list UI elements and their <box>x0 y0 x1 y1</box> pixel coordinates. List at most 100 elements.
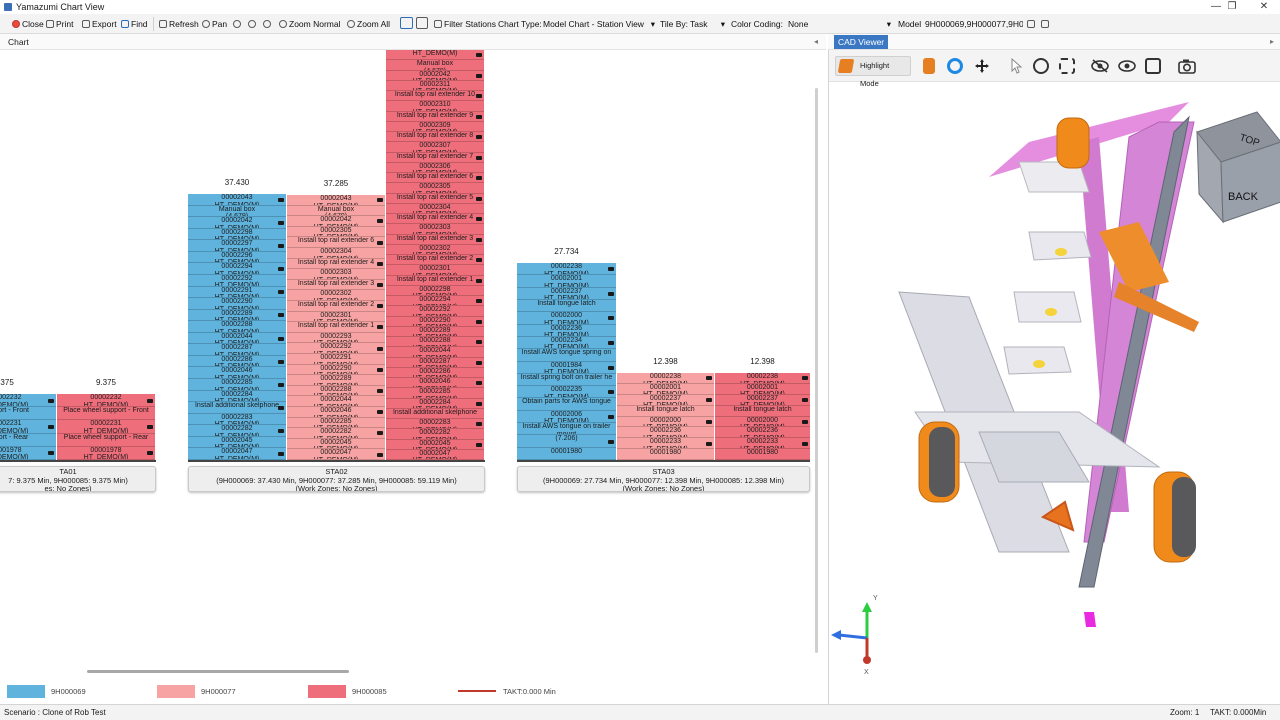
camera-icon[interactable] <box>377 325 383 330</box>
task-cell[interactable]: 00002046HT_DEMO(M) <box>188 367 286 380</box>
task-cell[interactable]: 00002233HT_DEMO(M) <box>617 438 714 450</box>
camera-icon[interactable] <box>476 278 482 283</box>
camera-icon[interactable] <box>377 452 383 457</box>
task-cell[interactable]: 00002000HT_DEMO(M) <box>715 417 810 428</box>
task-cell[interactable]: 00002043HT_DEMO(M) <box>287 195 385 206</box>
camera-icon[interactable] <box>476 319 482 324</box>
task-cell[interactable]: 00002289HT_DEMO(M) <box>287 375 385 386</box>
camera-icon[interactable] <box>377 283 383 288</box>
highlight-mode-button[interactable]: Highlight Mode <box>835 56 911 88</box>
camera-icon[interactable] <box>476 94 482 99</box>
task-cell[interactable]: Install top rail extender 8 <box>386 132 484 143</box>
sync-icon[interactable] <box>947 58 963 74</box>
camera-icon[interactable] <box>706 376 712 381</box>
camera-icon[interactable] <box>278 405 284 410</box>
task-cell[interactable]: 00002307HT_DEMO(M) <box>386 142 484 153</box>
camera-icon[interactable] <box>278 452 284 457</box>
task-cell[interactable]: Install top rail extender 3 <box>287 280 385 291</box>
camera-icon[interactable] <box>476 340 482 345</box>
task-cell[interactable]: Install top rail extender 4 <box>287 259 385 270</box>
task-cell[interactable]: 00002286HT_DEMO(M) <box>386 368 484 378</box>
task-cell[interactable]: 00002001HT_DEMO(M) <box>617 384 714 395</box>
task-cell[interactable]: Install top rail extender 5 <box>386 194 484 204</box>
camera-icon[interactable] <box>476 73 482 78</box>
horizontal-scrollbar[interactable] <box>87 670 349 673</box>
show-icon[interactable] <box>1118 58 1136 74</box>
camera-icon[interactable] <box>476 422 482 427</box>
task-cell[interactable]: 00002000HT_DEMO(M) <box>617 417 714 428</box>
camera-icon[interactable] <box>476 155 482 160</box>
task-cell[interactable]: 00002301HT_DEMO(M) <box>287 312 385 323</box>
task-cell[interactable]: 00002045HT_DEMO(M) <box>188 437 286 449</box>
tab-cad-viewer[interactable]: CAD Viewer <box>834 35 889 49</box>
zoom-all-button[interactable]: Zoom All <box>347 18 390 30</box>
chart-column[interactable]: HT_DEMO(M) Manual box(4.679)00002042HT_DE… <box>386 50 484 460</box>
task-cell[interactable]: 00002044HT_DEMO(M) <box>287 396 385 407</box>
task-cell[interactable]: Manual box(4.679) <box>188 206 286 218</box>
task-cell[interactable]: 00002309HT_DEMO(M) <box>386 122 484 132</box>
move-icon[interactable] <box>974 58 990 74</box>
camera-icon[interactable] <box>377 219 383 224</box>
chart-column[interactable]: 00002232 HT_DEMO(M) Place wheel support - … <box>57 394 155 460</box>
task-cell[interactable]: 00002042HT_DEMO(M) <box>386 71 484 81</box>
task-cell[interactable]: 00002311HT_DEMO(M) <box>386 81 484 91</box>
pin-icon[interactable]: ▸ <box>1270 37 1274 46</box>
task-cell[interactable]: 00001980 <box>617 449 714 460</box>
close-window-button[interactable]: ✕ <box>1244 0 1280 14</box>
chart-column[interactable]: 00002238HT_DEMO(M)00002001HT_DEMO(M)0000… <box>517 263 616 460</box>
camera-icon[interactable] <box>278 244 284 249</box>
task-cell[interactable]: Install top rail extender 10 <box>386 91 484 102</box>
camera-icon[interactable] <box>278 267 284 272</box>
task-cell[interactable]: 00002302HT_DEMO(M) <box>386 245 484 255</box>
find-button[interactable]: Find <box>121 18 148 30</box>
task-cell[interactable]: 00002303HT_DEMO(M) <box>287 269 385 280</box>
view-cube-back[interactable]: BACK <box>1228 191 1259 203</box>
camera-icon[interactable] <box>608 291 614 296</box>
task-cell[interactable]: 00002238HT_DEMO(M) <box>517 263 616 276</box>
task-cell[interactable]: Install top rail extender 7 <box>386 153 484 163</box>
view-cube[interactable]: TOP BACK <box>1196 111 1280 224</box>
task-cell[interactable]: 00002232HT_DEMO(M) <box>0 394 56 408</box>
camera-icon[interactable] <box>608 390 614 395</box>
task-cell[interactable]: HT_DEMO(M) <box>386 50 484 61</box>
task-cell[interactable]: 00002234 HT_DEMO(M) <box>517 337 616 350</box>
task-cell[interactable]: Place wheel support - Rear <box>57 434 155 447</box>
camera-icon[interactable] <box>377 431 383 436</box>
task-cell[interactable]: Install top rail extender 4 <box>386 214 484 225</box>
task-cell[interactable]: 00002001HT_DEMO(M) <box>715 384 810 395</box>
camera-icon[interactable] <box>377 240 383 245</box>
camera-icon[interactable] <box>278 429 284 434</box>
station-label[interactable]: TA01 7: 9.375 Min, 9H000085: 9.375 Min) es… <box>0 466 156 492</box>
task-cell[interactable]: support - Front <box>0 407 56 421</box>
task-cell[interactable]: 00002297 HT_DEMO(M) <box>188 240 286 252</box>
task-cell[interactable]: Install top rail extender 1 <box>287 322 385 333</box>
task-cell[interactable]: 00002235 HT_DEMO(M) <box>517 386 616 399</box>
chart-column[interactable]: 00002232HT_DEMO(M)support - Front 0000223… <box>0 394 56 460</box>
camera-icon[interactable] <box>278 197 284 202</box>
camera-icon[interactable] <box>608 267 614 272</box>
task-cell[interactable]: Install tongue latch <box>715 406 810 417</box>
camera-icon[interactable] <box>377 198 383 203</box>
chart-column[interactable]: 00002238HT_DEMO(M)00002001HT_DEMO(M)0000… <box>617 373 714 460</box>
task-cell[interactable]: 00002282HT_DEMO(M) <box>188 425 286 437</box>
screen-view-icon[interactable] <box>1145 58 1161 74</box>
task-cell[interactable]: Install top rail extender 2 <box>386 255 484 266</box>
task-cell[interactable]: 00002302HT_DEMO(M) <box>287 290 385 301</box>
camera-icon[interactable] <box>802 441 808 446</box>
select-cursor-icon[interactable] <box>1009 57 1025 74</box>
station-label[interactable]: STA02 (9H000069: 37.430 Min, 9H000077: 37… <box>188 466 485 492</box>
camera-icon[interactable] <box>706 398 712 403</box>
camera-icon[interactable] <box>147 451 153 456</box>
task-cell[interactable]: 00001984 HT_DEMO(M) <box>517 362 616 374</box>
task-cell[interactable]: 00002045HT_DEMO(M) <box>287 439 385 450</box>
zoom-out-button[interactable] <box>263 18 273 30</box>
task-cell[interactable]: 00002298HT_DEMO(M) <box>188 229 286 241</box>
camera-icon[interactable] <box>476 237 482 242</box>
task-cell[interactable]: 00002042HT_DEMO(M) <box>287 216 385 227</box>
task-cell[interactable]: Install top rail extender 2 <box>287 301 385 312</box>
task-cell[interactable]: 00002296 HT_DEMO(M) <box>188 252 286 264</box>
camera-icon[interactable] <box>476 53 482 58</box>
task-cell[interactable]: 00002236HT_DEMO(M) <box>617 427 714 439</box>
zoom-in-small-button[interactable] <box>233 18 243 30</box>
camera-icon[interactable] <box>377 389 383 394</box>
